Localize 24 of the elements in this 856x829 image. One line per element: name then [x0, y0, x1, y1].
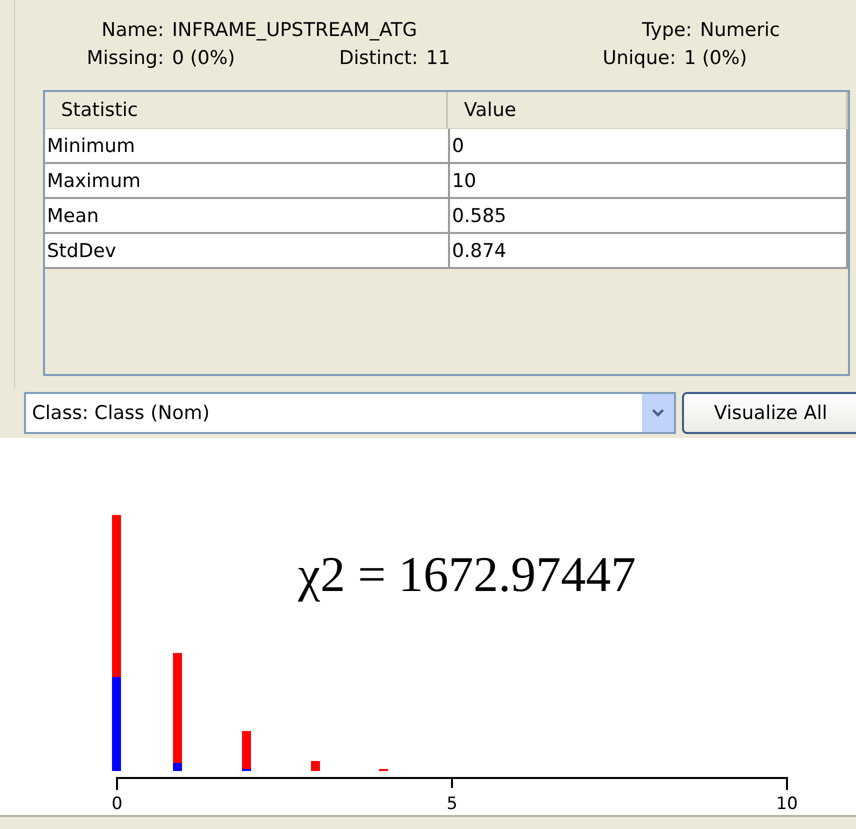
axis-tick-label: 0	[110, 794, 124, 814]
visualize-all-button[interactable]: Visualize All	[682, 392, 856, 434]
distinct-value: 11	[426, 47, 452, 69]
table-cell: 0.585	[450, 199, 848, 232]
table-cell: StdDev	[45, 234, 450, 267]
missing-value: 0 (0%)	[172, 47, 236, 69]
table-cell: Maximum	[45, 164, 450, 197]
table-cell: 0	[450, 129, 848, 162]
table-cell: Mean	[45, 199, 450, 232]
table-cell: 10	[450, 164, 848, 197]
table-cell: Minimum	[45, 129, 450, 162]
missing-label: Missing:	[86, 47, 164, 69]
name-label: Name:	[100, 19, 164, 41]
attribute-name: INFRAME_UPSTREAM_ATG	[172, 19, 418, 41]
attribute-type: Numeric	[700, 19, 780, 41]
axis-tick-label: 5	[446, 794, 458, 814]
unique-value: 1 (0%)	[684, 47, 748, 69]
unique-label: Unique:	[602, 47, 676, 69]
chi-square-annotation: χ2 = 1672.97447	[298, 545, 636, 604]
class-dropdown[interactable]: Class: Class (Nom)	[24, 392, 676, 434]
distinct-label: Distinct:	[338, 47, 418, 69]
axis-tick-label: 10	[775, 794, 799, 814]
type-label: Type:	[640, 19, 692, 41]
table-cell: 0.874	[450, 234, 848, 267]
